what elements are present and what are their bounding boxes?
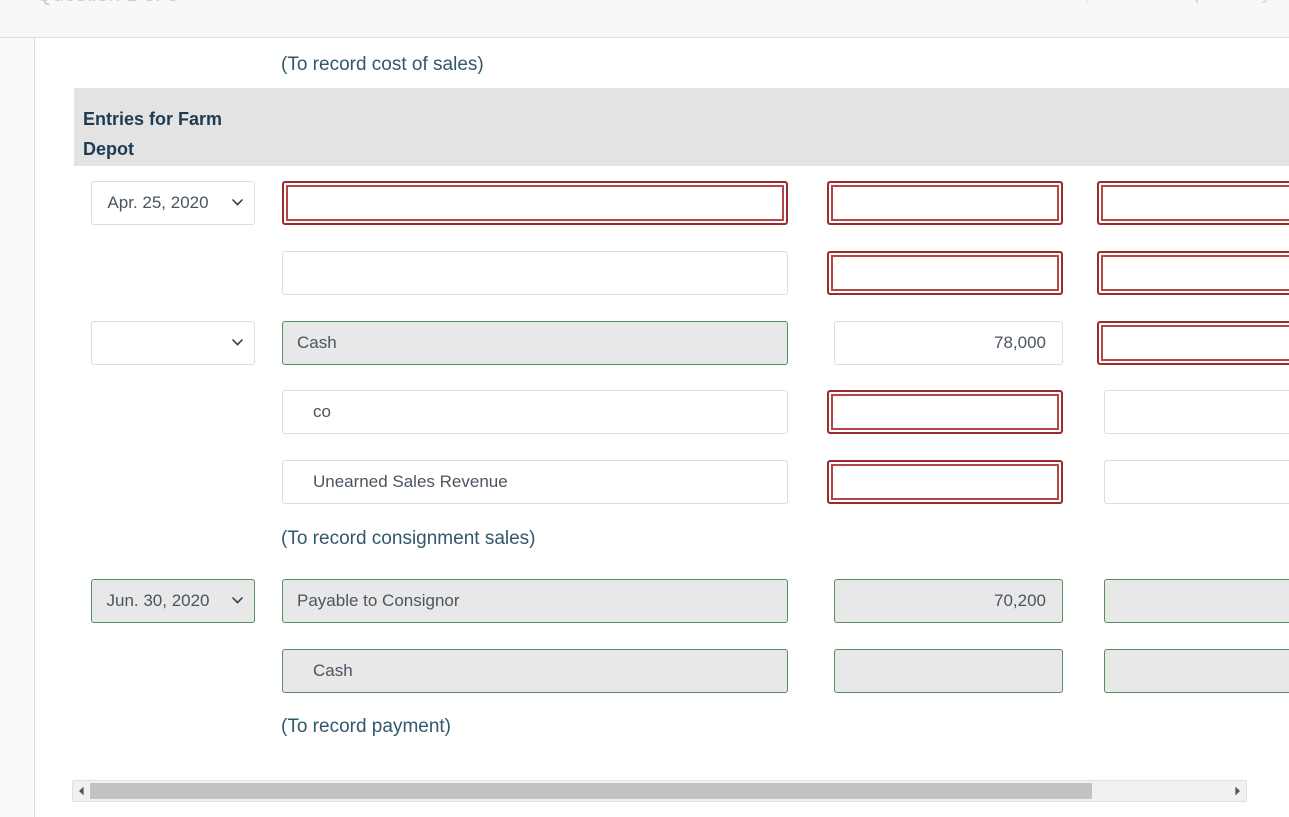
credit-input-row-3[interactable] <box>1097 321 1289 365</box>
account-input-row-4[interactable] <box>282 390 788 434</box>
caption-consignment-sales: (To record consignment sales) <box>281 528 536 549</box>
credit-input-row-5[interactable] <box>1104 460 1289 504</box>
credit-input-row-7[interactable] <box>1104 649 1289 693</box>
header-links: View Policies | Show Attempt History <box>969 0 1271 4</box>
credit-input-row-4[interactable] <box>1104 390 1289 434</box>
credit-input-row-6[interactable] <box>1104 579 1289 623</box>
debit-input-row-1[interactable] <box>827 181 1063 225</box>
account-input-row-3[interactable] <box>282 321 788 365</box>
show-attempt-history-link[interactable]: Show Attempt History <box>1099 0 1271 3</box>
scroll-left-arrow-icon[interactable] <box>73 781 90 801</box>
scrollbar-track[interactable] <box>90 781 1229 801</box>
question-page: Question 1 of 3 View Policies | Show Attem… <box>0 0 1289 817</box>
journal-entry-viewport: (To record cost of sales) Entries for Fa… <box>36 38 1289 778</box>
chevron-down-icon <box>232 597 243 604</box>
debit-input-row-2[interactable] <box>827 251 1063 295</box>
section-title: Entries for Farm Depot <box>83 109 223 159</box>
credit-input-row-1[interactable] <box>1097 181 1289 225</box>
account-input-row-2[interactable] <box>282 251 788 295</box>
section-band-farm-depot: Entries for Farm Depot <box>74 88 1289 166</box>
caption-payment: (To record payment) <box>281 716 452 737</box>
left-rail <box>0 38 35 817</box>
debit-input-row-3[interactable] <box>834 321 1063 365</box>
date-select-row-3-value <box>92 322 224 364</box>
account-input-row-1[interactable] <box>282 181 788 225</box>
view-policies-link[interactable]: View Policies <box>969 0 1075 3</box>
account-input-row-7[interactable] <box>282 649 788 693</box>
debit-input-row-4[interactable] <box>827 390 1063 434</box>
date-select-row-6[interactable]: Jun. 30, 2020 <box>91 579 255 623</box>
chevron-down-icon <box>232 199 243 206</box>
date-select-row-1[interactable]: Apr. 25, 2020 <box>91 181 255 225</box>
chevron-down-icon <box>232 339 243 346</box>
horizontal-scrollbar[interactable] <box>72 780 1247 802</box>
account-input-row-5[interactable] <box>282 460 788 504</box>
credit-input-row-2[interactable] <box>1097 251 1289 295</box>
question-header-bar: Question 1 of 3 View Policies | Show Attem… <box>0 0 1289 38</box>
debit-input-row-5[interactable] <box>827 460 1063 504</box>
scroll-right-arrow-icon[interactable] <box>1229 781 1246 801</box>
header-separator: | <box>1084 0 1089 3</box>
debit-input-row-6[interactable] <box>834 579 1063 623</box>
caption-cost-of-sales: (To record cost of sales) <box>281 54 484 75</box>
date-select-row-6-value: Jun. 30, 2020 <box>106 591 210 610</box>
debit-input-row-7[interactable] <box>834 649 1063 693</box>
scrollbar-thumb[interactable] <box>90 783 1093 799</box>
date-select-row-3[interactable] <box>91 321 255 365</box>
date-select-row-1-value: Apr. 25, 2020 <box>107 193 209 212</box>
question-counter: Question 1 of 3 <box>36 0 178 7</box>
account-input-row-6[interactable] <box>282 579 788 623</box>
